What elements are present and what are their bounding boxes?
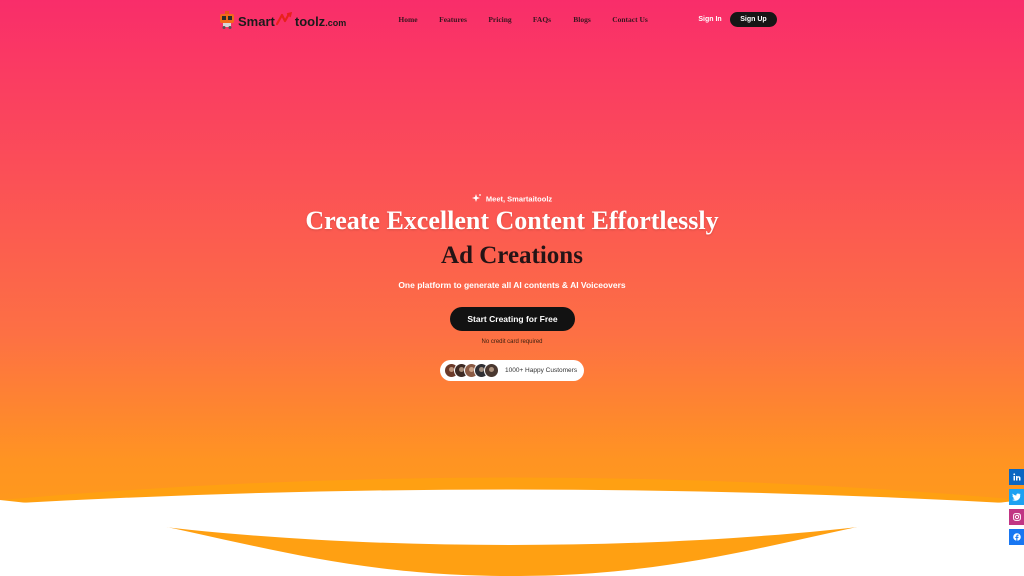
instagram-icon	[1012, 508, 1021, 526]
happy-customers-badge: 1000+ Happy Customers	[440, 360, 584, 381]
social-linkedin[interactable]	[1009, 469, 1024, 485]
social-facebook[interactable]	[1009, 529, 1024, 545]
avatar	[484, 363, 499, 378]
sign-in-link[interactable]: Sign In	[698, 16, 721, 23]
twitter-icon	[1012, 488, 1021, 506]
customer-avatars	[444, 363, 499, 378]
hero-eyebrow-text: Meet, Smartaitoolz	[485, 194, 553, 204]
sign-up-button[interactable]: Sign Up	[730, 12, 777, 27]
site-header: Smart toolz .com Home Features Pricing F…	[0, 0, 1024, 40]
sparkle-icon	[471, 194, 481, 205]
happy-customers-label: 1000+ Happy Customers	[505, 367, 578, 374]
facebook-icon	[1012, 528, 1021, 546]
social-twitter[interactable]	[1009, 489, 1024, 505]
social-instagram[interactable]	[1009, 509, 1024, 525]
hero-eyebrow: Meet, Smartaitoolz	[0, 194, 1024, 205]
start-creating-button[interactable]: Start Creating for Free	[450, 307, 575, 331]
nav-features[interactable]: Features	[439, 15, 467, 24]
nav-faqs[interactable]: FAQs	[533, 15, 551, 24]
nav-home[interactable]: Home	[398, 15, 417, 24]
nav-contact-us[interactable]: Contact Us	[612, 15, 648, 24]
main-nav: Home Features Pricing FAQs Blogs Contact…	[0, 15, 1024, 27]
hero-title-line-2: Ad Creations	[441, 242, 583, 269]
hero-subtitle: One platform to generate all AI contents…	[398, 280, 626, 290]
nav-pricing[interactable]: Pricing	[488, 15, 511, 24]
nav-blogs[interactable]: Blogs	[573, 15, 591, 24]
no-credit-card-note: No credit card required	[481, 339, 543, 345]
linkedin-icon	[1012, 468, 1021, 486]
hero-title-line-1: Create Excellent Content Effortlessly	[305, 206, 719, 235]
